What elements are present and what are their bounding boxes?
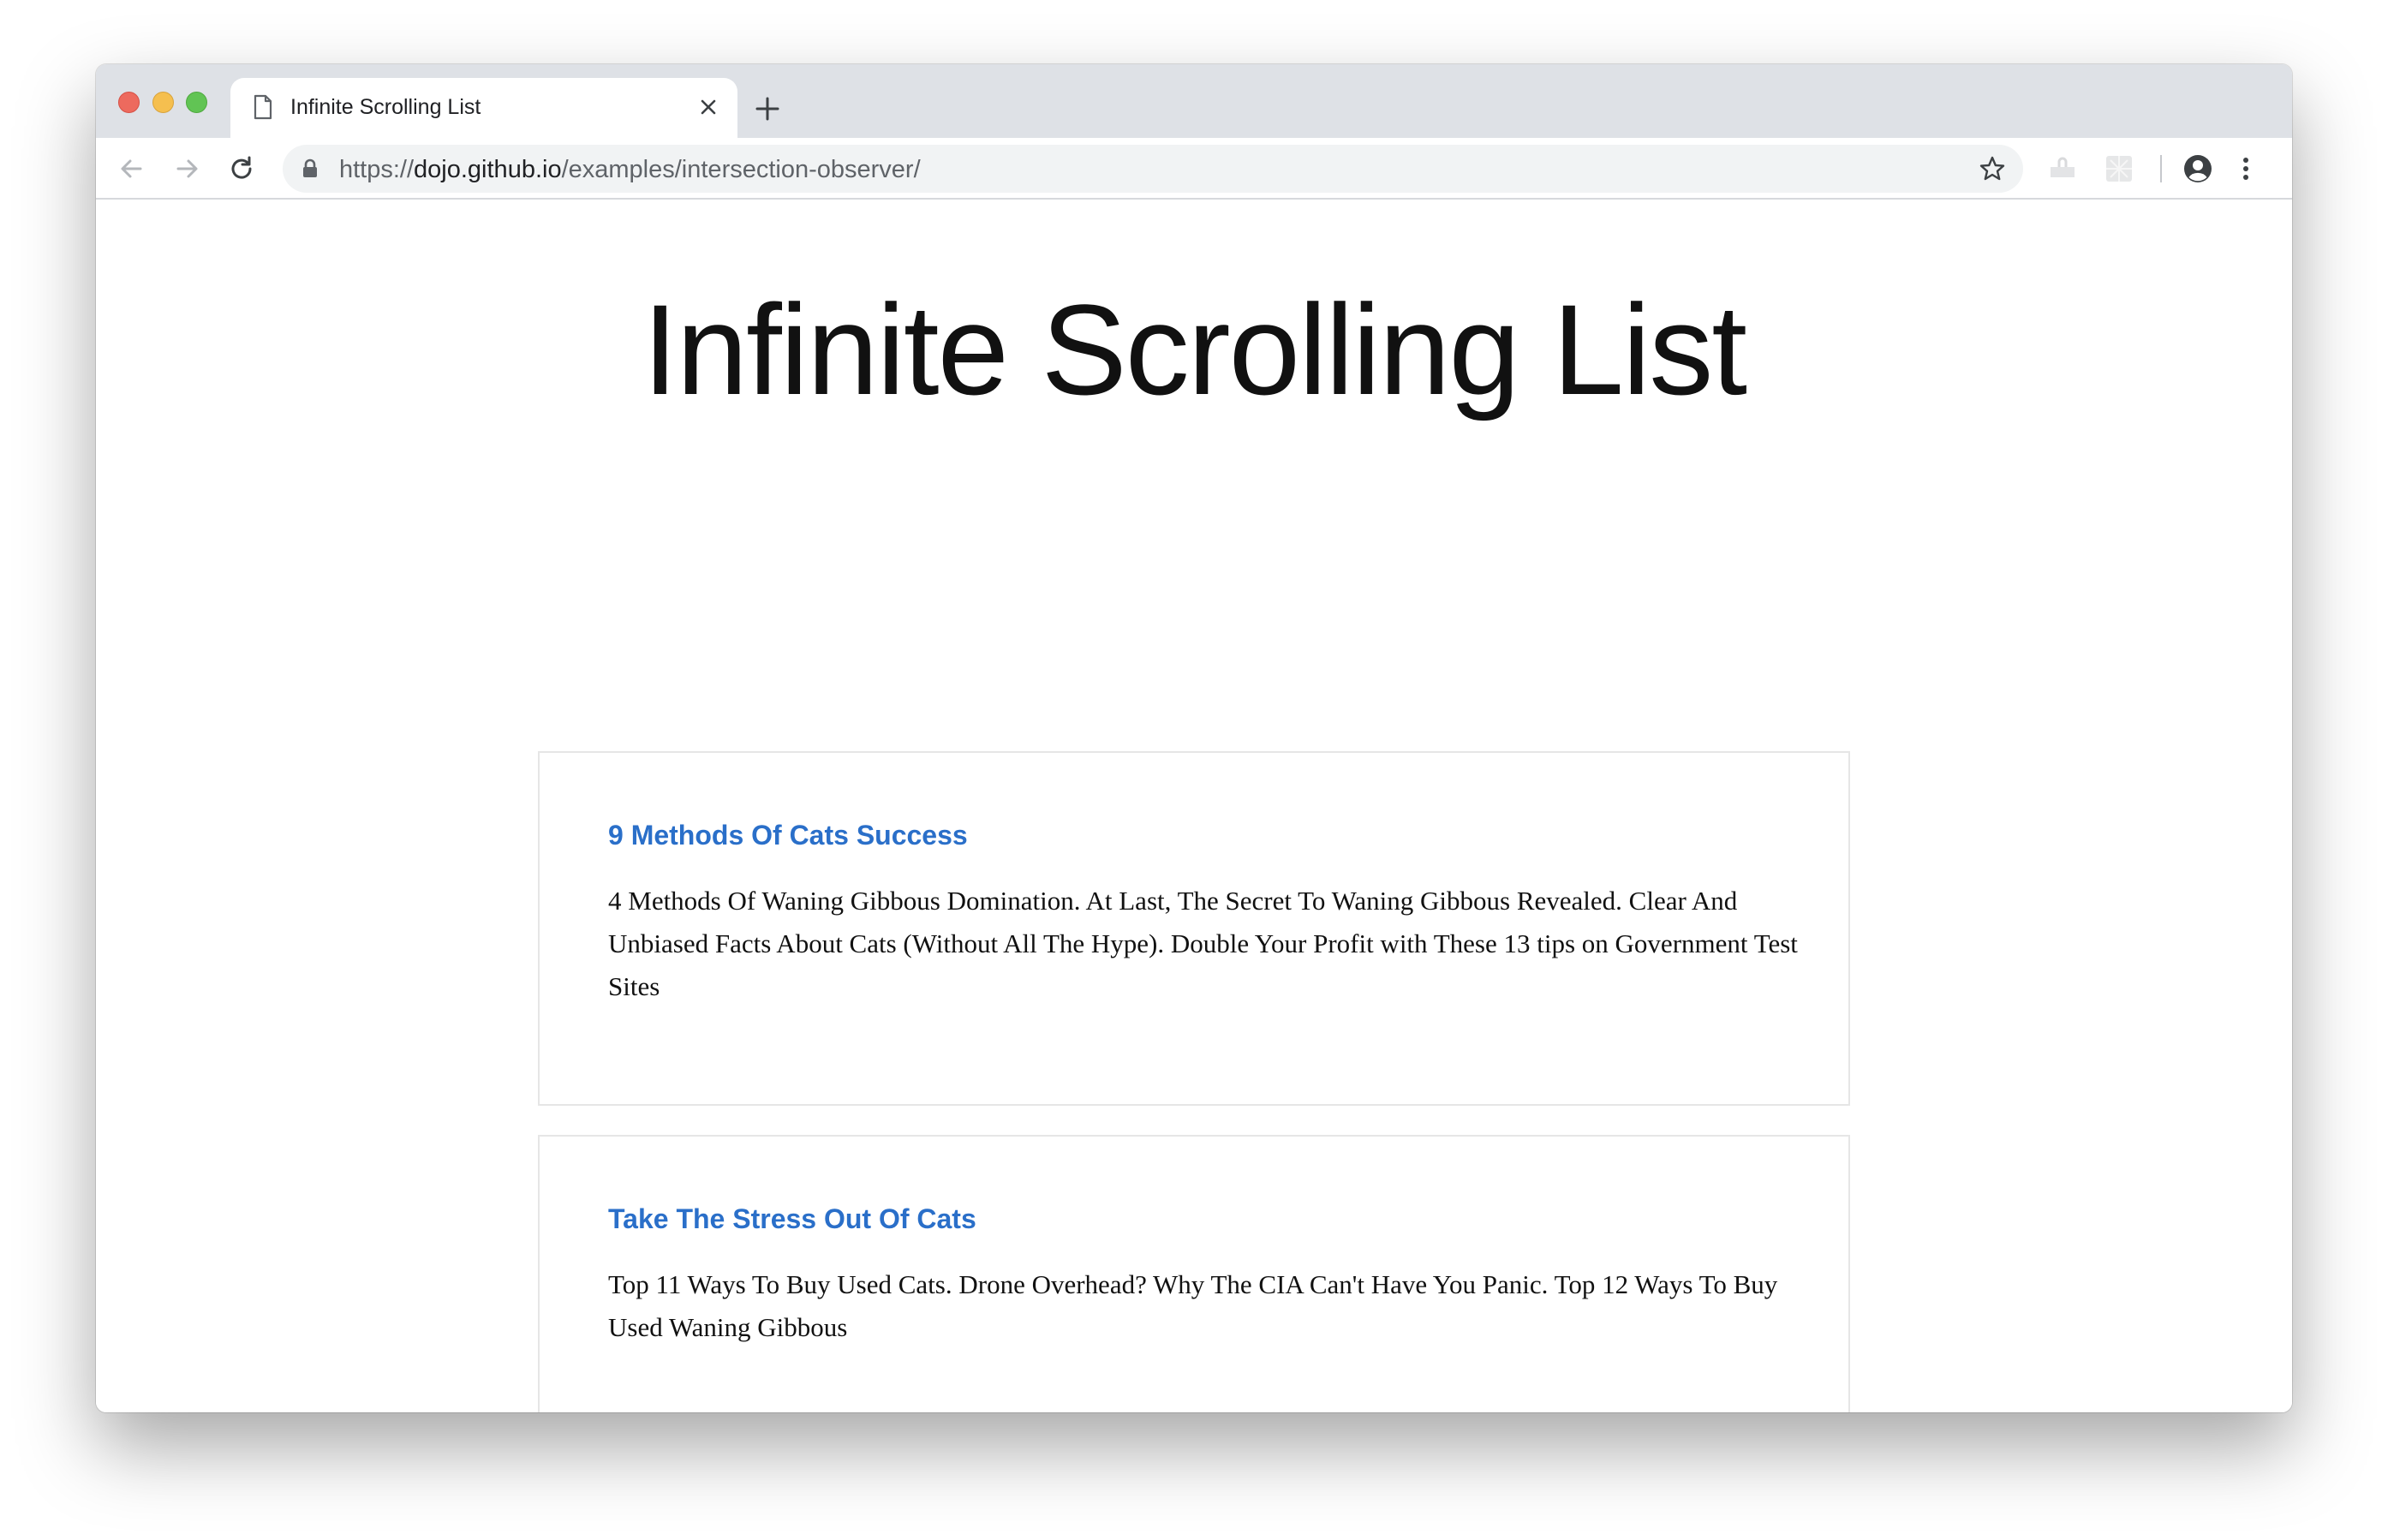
tab-title: Infinite Scrolling List [290,95,481,119]
window-close-button[interactable] [118,92,140,113]
star-icon[interactable] [1979,155,2006,182]
url-text[interactable]: https://dojo.github.io/examples/intersec… [339,156,921,184]
window-maximize-button[interactable] [186,92,207,113]
toolbar-divider [2160,155,2162,182]
extension-icon[interactable] [2104,153,2134,184]
url-path: /examples/intersection-observer/ [561,156,921,183]
card-title[interactable]: 9 Methods Of Cats Success [608,820,968,851]
arrow-left-icon[interactable] [115,152,149,186]
url-host: dojo.github.io [414,156,562,183]
window-minimize-button[interactable] [152,92,174,113]
plus-icon[interactable] [754,95,781,122]
url-scheme: https:// [339,156,415,183]
browser-tab[interactable]: Infinite Scrolling List [230,78,737,138]
tab-strip: Infinite Scrolling List [96,64,2292,138]
address-bar[interactable]: https://dojo.github.io/examples/intersec… [283,145,2023,193]
browser-window: Infinite Scrolling List https://dojo.git… [96,64,2292,1412]
list-item: 9 Methods Of Cats Success 4 Methods Of W… [538,751,1850,1106]
card-body: 4 Methods Of Waning Gibbous Domination. … [608,886,1798,1001]
lock-icon [303,158,317,177]
page-content: Infinite Scrolling List 9 Methods Of Cat… [96,200,2292,1412]
page-title: Infinite Scrolling List [642,278,1747,421]
reload-icon[interactable] [224,152,259,186]
arrow-right-icon[interactable] [170,152,204,186]
card-title[interactable]: Take The Stress Out Of Cats [608,1203,976,1235]
document-icon [254,94,272,120]
card-body: Top 11 Ways To Buy Used Cats. Drone Over… [608,1269,1778,1342]
extension-icon[interactable] [2047,155,2078,182]
account-circle-icon[interactable] [2182,153,2213,184]
close-icon[interactable] [696,95,720,119]
browser-toolbar: https://dojo.github.io/examples/intersec… [96,138,2292,200]
list-item: Take The Stress Out Of Cats Top 11 Ways … [538,1135,1850,1412]
more-vertical-icon[interactable] [2239,153,2253,184]
